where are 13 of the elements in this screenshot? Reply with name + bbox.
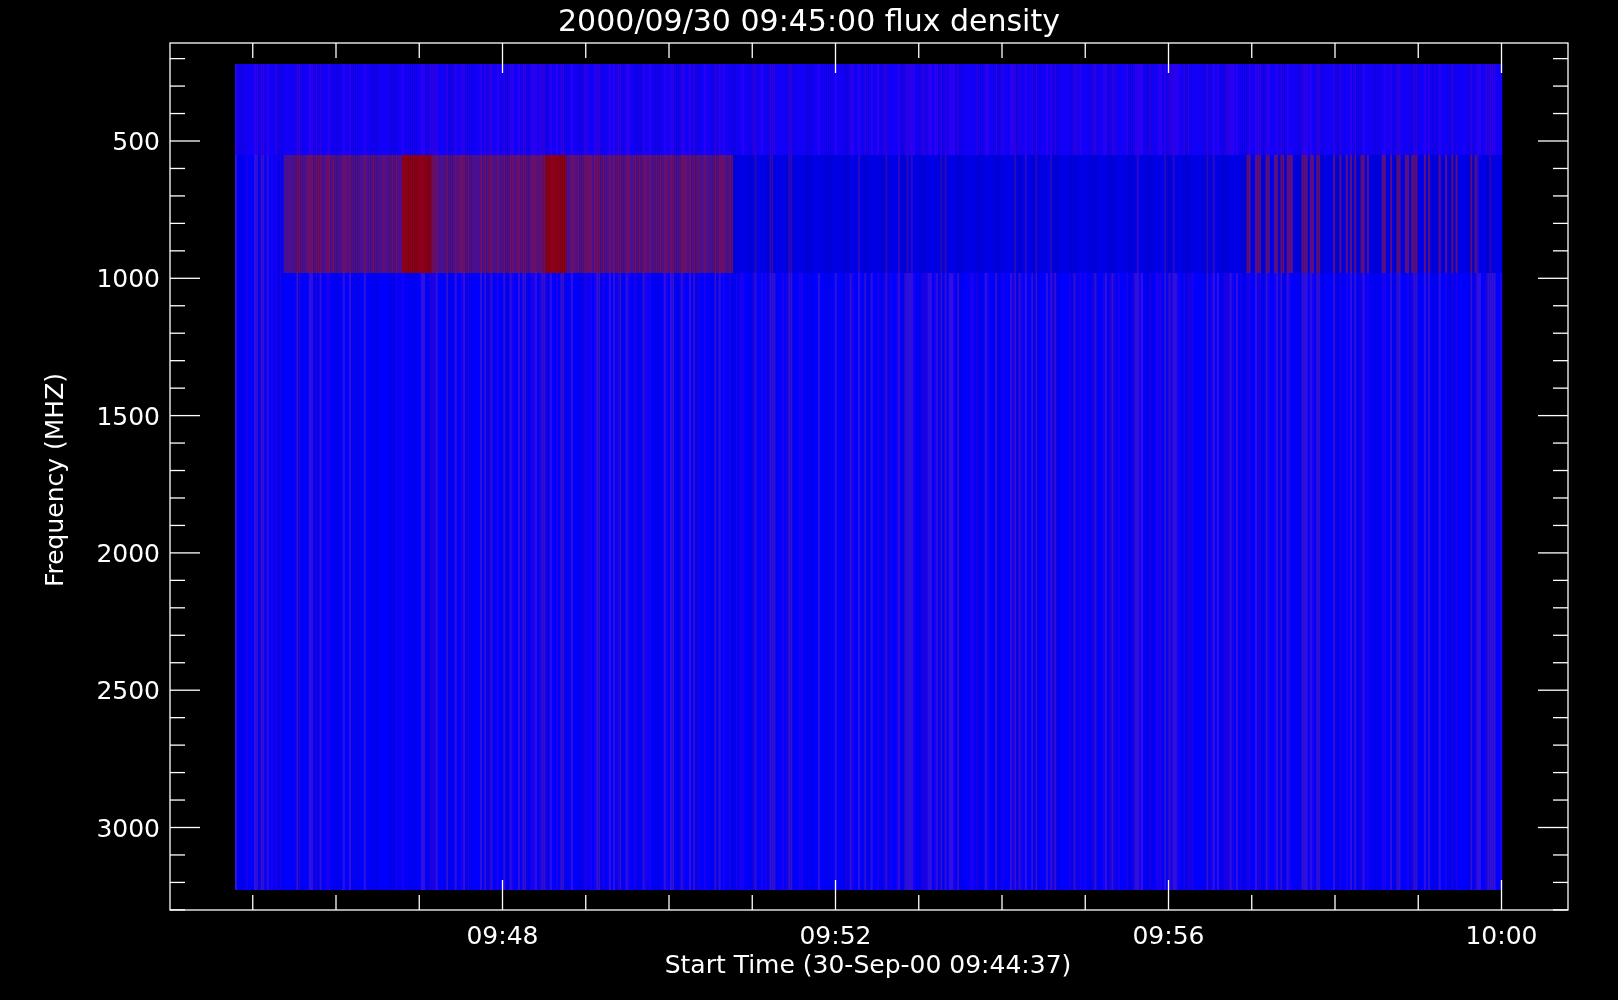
tick-label: 10:00 xyxy=(1465,921,1538,950)
y-axis-label: Frequency (MHZ) xyxy=(40,372,69,588)
tick-label: 2500 xyxy=(96,676,160,706)
tick-label: 1000 xyxy=(96,264,160,294)
tick-label: 09:52 xyxy=(799,921,872,950)
tick-label: 09:56 xyxy=(1132,921,1205,950)
tick-label: 3000 xyxy=(96,813,160,843)
x-axis-label: Start Time (30-Sep-00 09:44:37) xyxy=(664,950,1072,979)
tick-label: 500 xyxy=(112,127,160,156)
tick-label: 1500 xyxy=(96,401,160,431)
chart-title: 2000/09/30 09:45:00 flux density xyxy=(558,3,1060,38)
tick-label: 2000 xyxy=(96,538,160,568)
tick-label: 09:48 xyxy=(466,921,539,950)
